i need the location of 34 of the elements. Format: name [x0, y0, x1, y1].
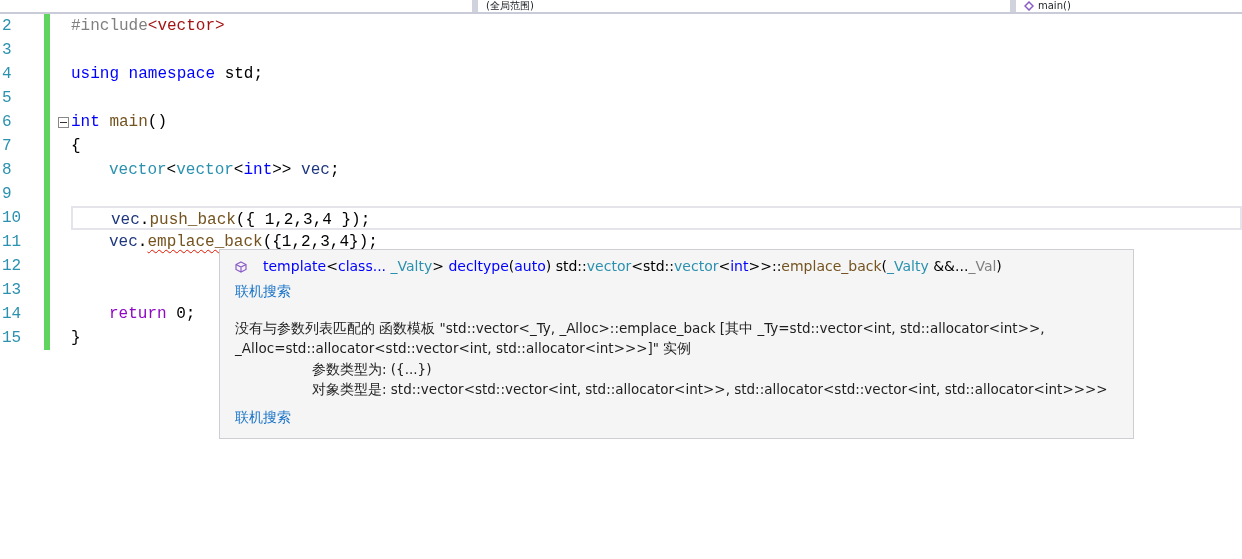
line-number: 7	[2, 137, 12, 155]
line-number: 15	[2, 329, 22, 347]
line-number: 12	[2, 257, 22, 275]
code-text: {	[71, 137, 81, 155]
line-number: 4	[2, 65, 12, 83]
code-text: #include<vector>	[71, 17, 225, 35]
code-text: return 0;	[108, 305, 196, 323]
line-number: 13	[2, 281, 22, 299]
line-number: 2	[2, 17, 12, 35]
member-dropdown[interactable]: main()	[1010, 0, 1071, 12]
type-detail: 对象类型是: std::vector<std::vector<int, std::allocator<int>>, std::allocator<std::vector<int, std::allocator<int>>>>	[311, 379, 1109, 399]
line-number: 9	[2, 185, 12, 203]
line-number: 6	[2, 113, 12, 131]
line-number: 3	[2, 41, 12, 59]
code-text: vec.push_back({ 1,2,3,4 });	[110, 211, 371, 229]
code-text: using namespace std;	[71, 65, 264, 83]
line-number: 5	[2, 89, 12, 107]
line-number: 14	[2, 305, 22, 323]
line-number: 10	[2, 209, 22, 227]
function-signature: template<class... _Valty> decltype(auto) std::vector<std::vector<int>>::emplace_back(_Valty &&..._Val)	[263, 257, 1002, 276]
cube-icon	[235, 260, 247, 273]
code-text: int main()	[71, 113, 168, 131]
type-detail: 参数类型为: ({...})	[311, 359, 433, 379]
online-search-link[interactable]: 联机搜索	[235, 409, 291, 425]
code-text: vector<vector<int>> vec;	[108, 161, 340, 179]
code-text: vec.emplace_back({1,2,3,4});	[108, 233, 378, 251]
method-icon	[1024, 1, 1034, 11]
line-number: 8	[2, 161, 12, 179]
scope-dropdown[interactable]: (全局范围)	[472, 0, 1010, 12]
collapse-icon[interactable]	[57, 116, 69, 128]
error-message: 没有与参数列表匹配的 函数模板 "std::vector<_Ty, _Alloc>::emplace_back [其中 _Ty=std::vector<int, std::allocator<int>>, _Alloc=std::allocator<std::vector<int, std::allocator<int>>>]" 实例	[235, 319, 1046, 359]
line-number: 11	[2, 233, 22, 251]
online-search-link[interactable]: 联机搜索	[235, 283, 291, 299]
code-text: }	[71, 329, 81, 347]
